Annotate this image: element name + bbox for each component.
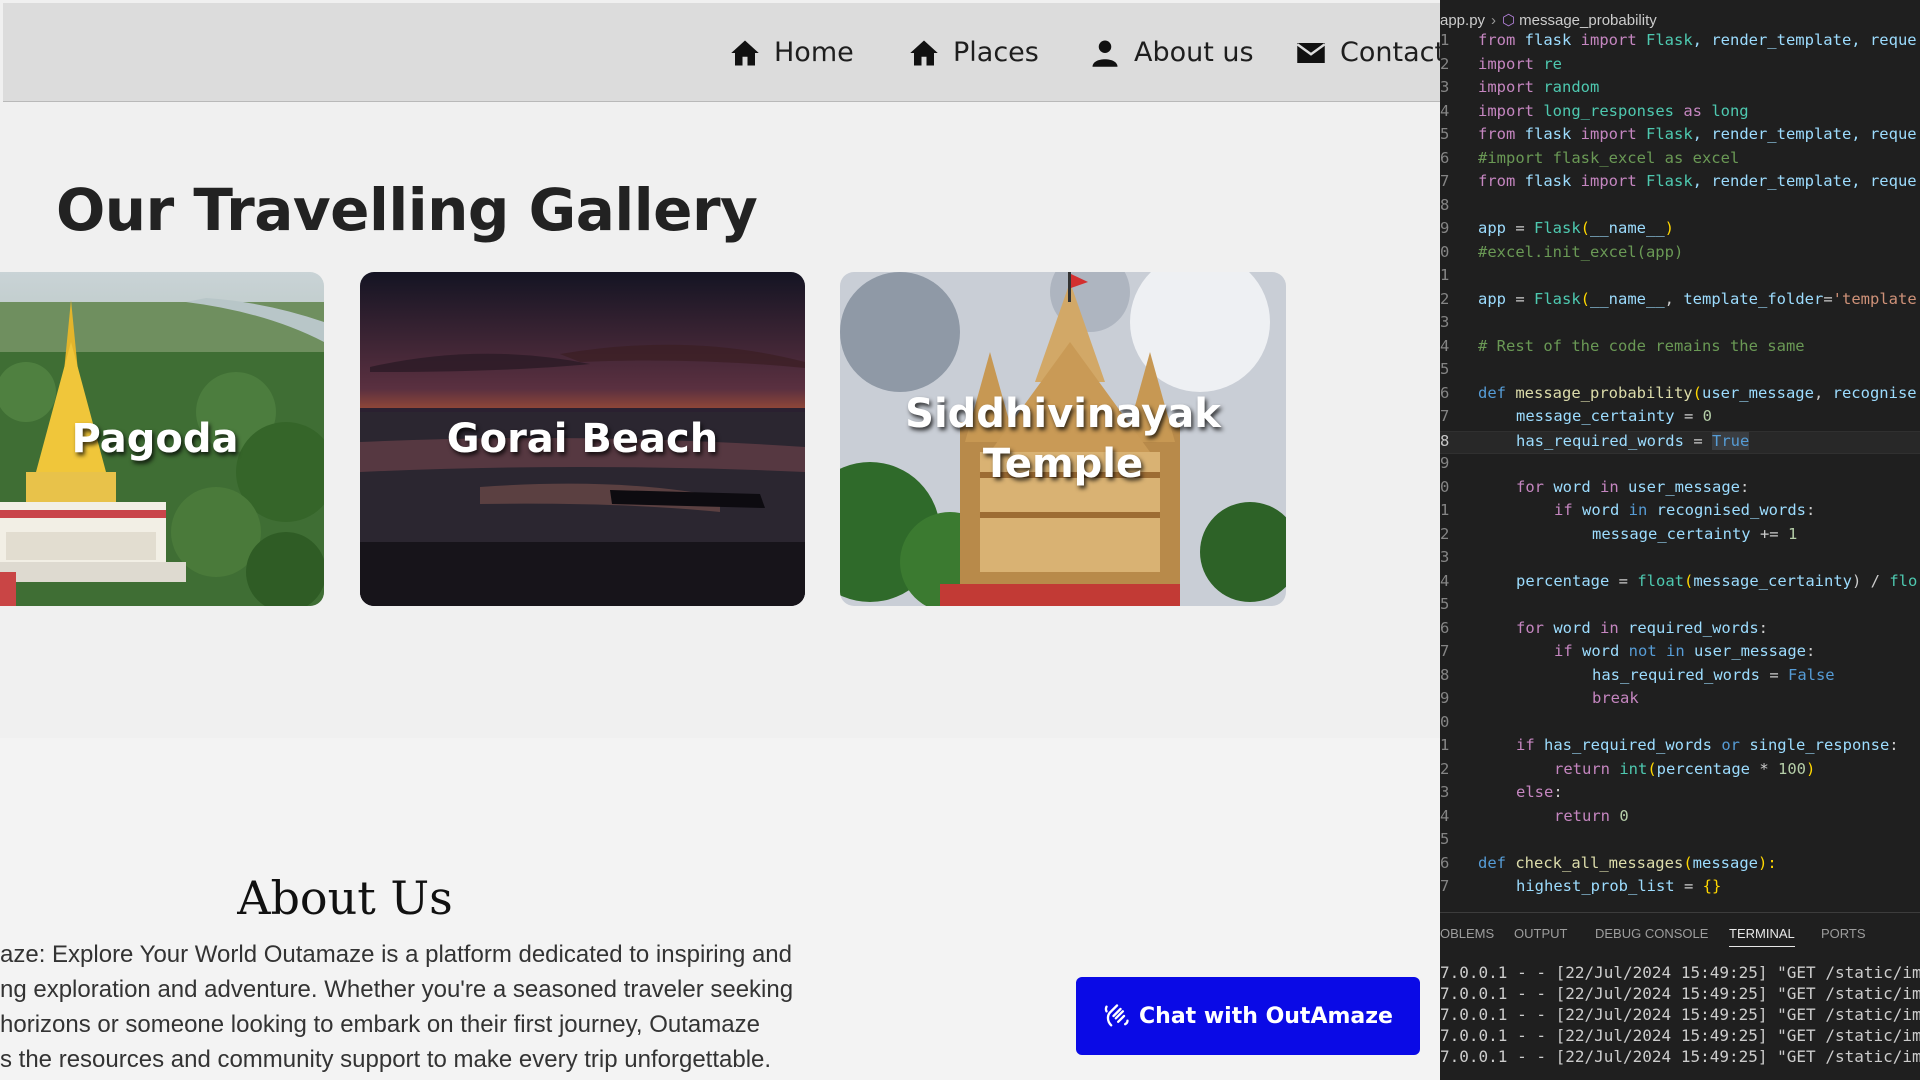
code-line: 6 #import flask_excel as excel (1440, 148, 1740, 167)
user-icon (1092, 40, 1118, 67)
gallery-card-siddhivinayak-temple[interactable]: Siddhivinayak Temple (840, 272, 1286, 606)
gallery-title: Our Travelling Gallery (56, 176, 758, 244)
code-line: 5 (1440, 830, 1450, 848)
code-line: 7 highest_prob_list = {} (1440, 877, 1722, 895)
code-line: 2 app = Flask(__name__, template_folder='… (1440, 289, 1917, 308)
code-line: 8 (1440, 195, 1450, 214)
terminal-line: 7.0.0.1 - - [22/Jul/2024 15:49:25] "GET … (1440, 1047, 1920, 1066)
about-text-line: aze: Explore Your World Outamaze is a pl… (0, 941, 792, 968)
code-line: 9 app = Flask(__name__) (1440, 219, 1675, 237)
about-text-line: horizons or someone looking to embark on… (0, 1011, 760, 1038)
tab-problems[interactable]: OBLEMS (1440, 926, 1494, 941)
code-line: 5 from flask import Flask, render_templat… (1440, 125, 1917, 143)
code-line: 2 return int(percentage * 100) (1440, 759, 1816, 778)
panel-tabs: OBLEMS OUTPUT DEBUG CONSOLE TERMINAL POR… (1440, 912, 1920, 953)
envelope-icon (1296, 42, 1326, 63)
code-line: 3 import random (1440, 78, 1600, 96)
home-icon (910, 40, 938, 65)
cube-icon: ⬡ (1502, 12, 1516, 29)
code-line: 9 (1440, 454, 1450, 472)
code-line: 4 import long_responses as long (1440, 101, 1749, 120)
code-line: 4 # Rest of the code remains the same (1440, 336, 1805, 355)
about-title: About Us (237, 871, 453, 925)
code-line: 4 return 0 (1440, 806, 1629, 825)
code-line: 3 else: (1440, 783, 1563, 801)
code-line: 1 if word in recognised_words: (1440, 501, 1816, 519)
gallery-card-gorai-beach[interactable]: Gorai Beach (360, 272, 805, 606)
tab-ports[interactable]: PORTS (1821, 926, 1866, 941)
code-line: 7 from flask import Flask, render_templat… (1440, 172, 1917, 190)
code-line: 0 #excel.init_excel(app) (1440, 242, 1684, 261)
code-line: 0 for word in user_message: (1440, 477, 1750, 496)
code-line: 1 (1440, 266, 1450, 284)
code-line: 5 (1440, 360, 1450, 378)
code-line: 2 message_certainty += 1 (1440, 524, 1798, 543)
navbar: Home Places About us Contact (3, 3, 1440, 102)
code-line: 0 (1440, 712, 1450, 731)
chevron-right-icon: › (1491, 11, 1497, 29)
code-line: 8 has_required_words = False (1440, 665, 1835, 684)
code-line: 5 (1440, 595, 1450, 613)
nav-places-label: Places (953, 37, 1039, 68)
card-label: Siddhivinayak Temple (905, 391, 1221, 487)
code-line: 9 break (1440, 689, 1639, 707)
chat-button-label: Chat with OutAmaze (1139, 1003, 1393, 1029)
card-label: Pagoda (71, 416, 239, 462)
code-line: 7 if word not in user_message: (1440, 642, 1816, 660)
hand-wave-icon (1104, 1004, 1129, 1027)
nav-about-us[interactable]: About us (1090, 3, 1254, 102)
nav-places[interactable]: Places (909, 3, 1039, 102)
tab-debug-console[interactable]: DEBUG CONSOLE (1595, 926, 1708, 941)
gallery-card-pagoda[interactable]: Pagoda (0, 272, 324, 606)
code-line: 3 (1440, 548, 1450, 566)
code-line: 6 for word in required_words: (1440, 618, 1768, 637)
code-line: 2 import re (1440, 54, 1562, 73)
terminal-line: 7.0.0.1 - - [22/Jul/2024 15:49:25] "GET … (1440, 1026, 1920, 1045)
breadcrumb: app.py › ⬡ message_probability (1440, 8, 1920, 32)
code-line: 1 if has_required_words or single_respons… (1440, 736, 1899, 754)
card-label: Gorai Beach (446, 416, 719, 462)
terminal-line: 7.0.0.1 - - [22/Jul/2024 15:49:25] "GET … (1440, 1005, 1920, 1024)
code-editor: app.py › ⬡ message_probability 1 from fla… (1440, 0, 1920, 1080)
breadcrumb-symbol[interactable]: message_probability (1519, 12, 1657, 29)
terminal[interactable]: 7.0.0.1 - - [22/Jul/2024 15:49:25] "GET … (1440, 963, 1920, 1080)
website-viewport: Home Places About us Contact Our Travell… (0, 0, 1440, 1080)
home-icon (731, 40, 759, 65)
breadcrumb-file[interactable]: app.py (1440, 12, 1485, 29)
nav-contact[interactable]: Contact (1296, 3, 1440, 102)
code-line: 4 percentage = float(message_certainty) /… (1440, 571, 1918, 590)
about-text-line: s the resources and community support to… (0, 1046, 772, 1073)
tab-terminal[interactable]: TERMINAL (1729, 926, 1795, 947)
terminal-line: 7.0.0.1 - - [22/Jul/2024 15:49:25] "GET … (1440, 984, 1920, 1003)
code-area[interactable]: 1 from flask import Flask, render_templat… (1440, 31, 1920, 911)
code-line: 7 message_certainty = 0 (1440, 407, 1712, 425)
code-line: 1 from flask import Flask, render_templat… (1440, 31, 1917, 49)
code-line: 3 (1440, 313, 1450, 331)
about-text-line: ng exploration and adventure. Whether yo… (0, 976, 794, 1003)
nav-home[interactable]: Home (730, 3, 854, 102)
terminal-line: 7.0.0.1 - - [22/Jul/2024 15:49:25] "GET … (1440, 963, 1920, 982)
code-line: 6 def check_all_messages(message): (1440, 853, 1777, 872)
code-line: 6 def message_probability(user_message, r… (1440, 383, 1917, 402)
tab-output[interactable]: OUTPUT (1514, 926, 1567, 941)
code-line-current: 8 has_required_words = True (1440, 430, 1920, 454)
chat-button[interactable]: Chat with OutAmaze (1076, 977, 1420, 1055)
nav-contact-label: Contact (1340, 37, 1440, 68)
nav-home-label: Home (774, 37, 854, 68)
nav-about-us-label: About us (1134, 37, 1254, 68)
